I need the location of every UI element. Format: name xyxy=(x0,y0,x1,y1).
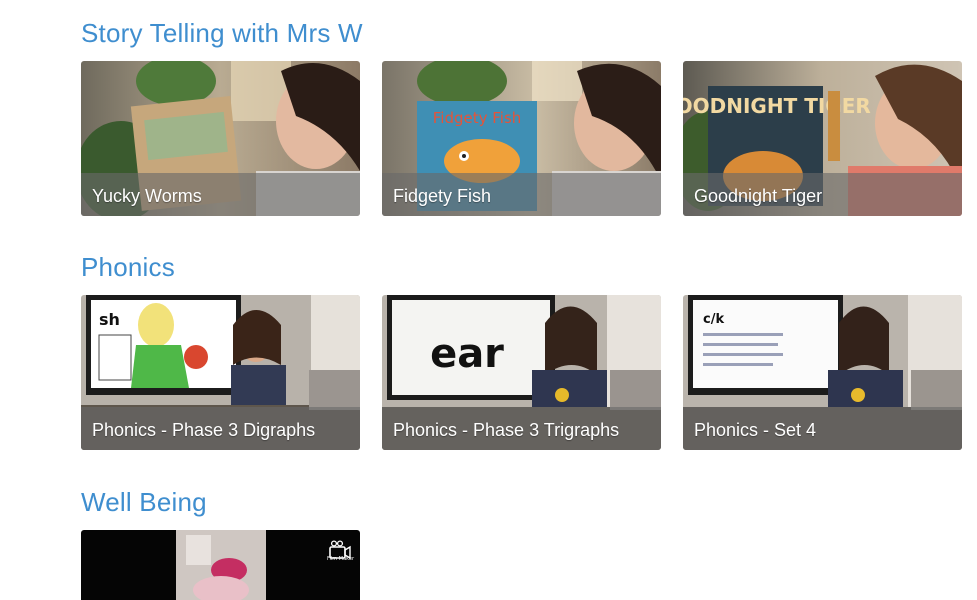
book-cover-title: GOODNIGHT TIGER xyxy=(683,94,871,118)
video-card-well-being[interactable]: Film Maker xyxy=(81,530,360,600)
video-gallery-page: Story Telling with Mrs W Yucky Worms Fid… xyxy=(0,0,977,600)
screen-text: c/k xyxy=(703,312,724,327)
section-title-phonics: Phonics xyxy=(81,252,175,282)
video-card-phonics-trigraphs[interactable]: ear Phonics - Phase 3 Trigraphs xyxy=(382,295,661,450)
video-caption: Fidgety Fish xyxy=(393,186,492,206)
video-card-goodnight-tiger[interactable]: GOODNIGHT TIGER Goodnight Tiger xyxy=(683,61,962,216)
book-cover-title: Fidgety Fish xyxy=(433,109,522,127)
video-card-fidgety-fish[interactable]: Fidgety Fish Fidgety Fish xyxy=(382,61,661,216)
screen-text: sh xyxy=(99,310,120,329)
section-title-well-being: Well Being xyxy=(81,487,207,517)
watermark-text: Film Maker xyxy=(327,556,354,562)
video-card-phonics-set-4[interactable]: c/k Phonics - Set 4 xyxy=(683,295,962,450)
video-caption: Phonics - Phase 3 Digraphs xyxy=(92,420,316,440)
video-card-phonics-digraphs[interactable]: sh Phonics - Phase 3 Digraphs xyxy=(81,295,360,450)
video-card-yucky-worms[interactable]: Yucky Worms xyxy=(81,61,360,216)
video-thumbnail xyxy=(81,530,360,600)
video-caption: Phonics - Phase 3 Trigraphs xyxy=(393,420,620,440)
section-title-story-telling: Story Telling with Mrs W xyxy=(81,18,363,48)
video-caption: Yucky Worms xyxy=(92,186,202,206)
screen-text: ear xyxy=(430,331,504,377)
video-caption: Phonics - Set 4 xyxy=(694,420,817,440)
video-caption: Goodnight Tiger xyxy=(694,186,823,206)
